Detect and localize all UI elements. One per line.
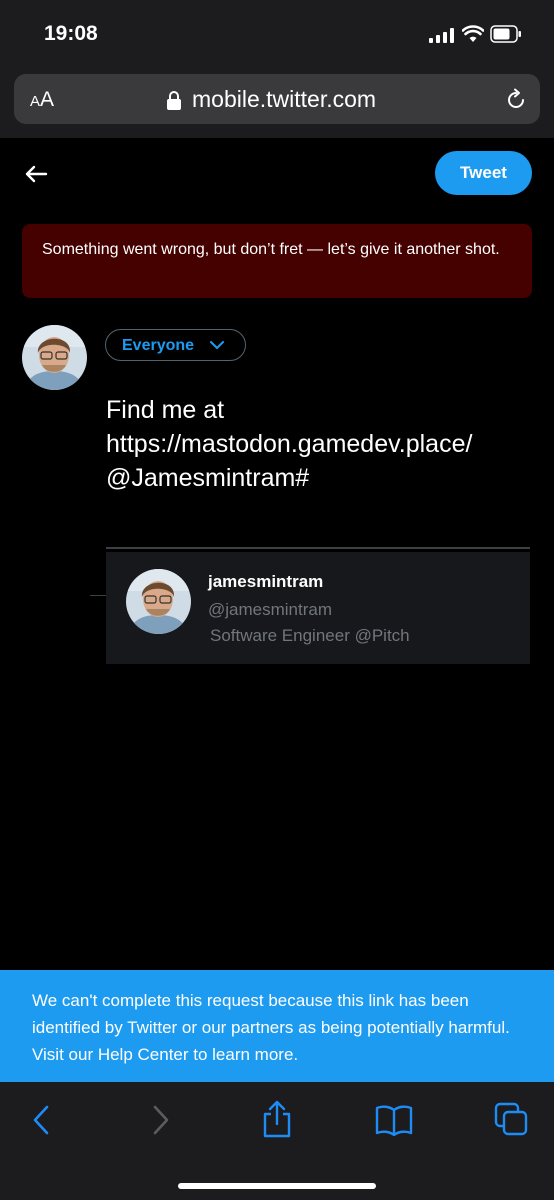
status-bar: 19:08 xyxy=(0,0,554,70)
audience-selector[interactable]: Everyone xyxy=(105,329,246,361)
reload-icon[interactable] xyxy=(504,88,528,112)
status-time: 19:08 xyxy=(44,22,98,45)
arrow-left-icon[interactable] xyxy=(22,160,50,188)
chevron-left-icon[interactable] xyxy=(30,1104,52,1136)
tweet-compose-textarea[interactable]: Find me at https://mastodon.gamedev.plac… xyxy=(106,393,536,495)
suggestion-avatar xyxy=(126,569,191,634)
suggestion-name: jamesmintram xyxy=(208,572,324,591)
error-message: Something went wrong, but don’t fret — l… xyxy=(22,224,532,298)
audience-label: Everyone xyxy=(122,337,195,354)
tweet-text-line: https://mastodon.gamedev.place/ xyxy=(106,430,473,458)
chevron-down-icon xyxy=(210,341,224,349)
home-indicator[interactable] xyxy=(178,1183,376,1189)
mention-suggestion-item[interactable]: jamesmintram @jamesmintram Software Engi… xyxy=(106,552,530,664)
harmful-link-notice: We can't complete this request because t… xyxy=(0,970,554,1082)
cellular-signal-icon xyxy=(429,28,454,43)
user-avatar[interactable] xyxy=(22,325,87,390)
tweet-text-line: Find me at xyxy=(106,396,225,424)
url-text: mobile.twitter.com xyxy=(192,86,377,112)
chevron-right-icon[interactable] xyxy=(150,1104,172,1136)
suggestion-bio: Software Engineer @Pitch xyxy=(210,626,410,645)
thread-line xyxy=(90,595,106,596)
address-bar[interactable]: AA mobile.twitter.com xyxy=(14,74,540,124)
tweet-text-line: @Jamesmintram# xyxy=(106,464,310,492)
share-icon[interactable] xyxy=(260,1100,294,1138)
browser-address-area: AA mobile.twitter.com xyxy=(0,70,554,138)
tweet-button[interactable]: Tweet xyxy=(435,151,532,195)
tabs-icon[interactable] xyxy=(494,1102,528,1136)
reader-text-size-button[interactable]: AA xyxy=(30,88,54,112)
suggestion-divider xyxy=(106,547,530,549)
lock-icon xyxy=(167,91,181,110)
battery-icon xyxy=(490,25,521,43)
wifi-icon xyxy=(462,25,484,42)
suggestion-handle: @jamesmintram xyxy=(208,600,332,619)
book-icon[interactable] xyxy=(375,1104,413,1136)
